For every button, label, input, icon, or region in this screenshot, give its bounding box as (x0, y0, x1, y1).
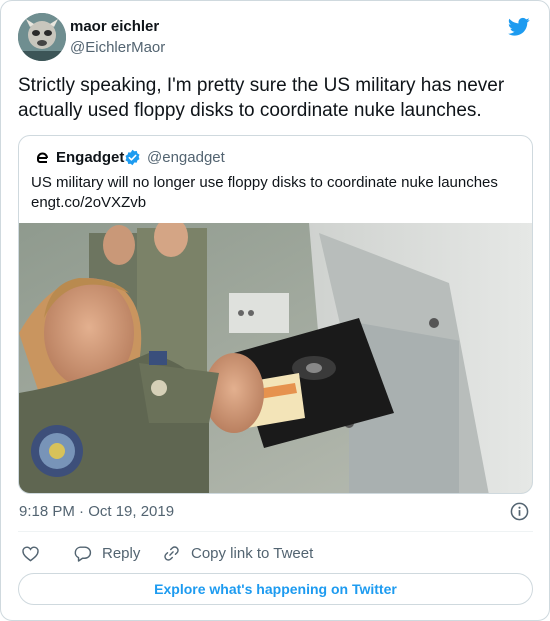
twitter-bird-icon[interactable] (508, 17, 530, 37)
reply-bubble-icon (74, 545, 92, 562)
like-button[interactable] (21, 541, 40, 565)
quoted-link[interactable]: engt.co/2oVXZvb (31, 193, 521, 213)
tweet-timestamp[interactable]: 9:18 PM · Oct 19, 2019 (19, 503, 174, 520)
quoted-author-handle[interactable]: @engadget (147, 149, 225, 166)
verified-badge-icon (125, 149, 140, 166)
quoted-tweet-text: US military will no longer use floppy di… (31, 173, 521, 213)
reply-button[interactable]: Reply (73, 541, 140, 565)
explore-twitter-button[interactable]: Explore what's happening on Twitter (18, 573, 533, 605)
quoted-author-name[interactable]: Engadget (56, 149, 124, 166)
copy-link-label: Copy link to Tweet (191, 544, 314, 562)
quoted-tweet-photo[interactable] (19, 223, 533, 494)
quoted-tweet[interactable]: Engadget @engadget US military will no l… (18, 135, 533, 494)
quoted-text-line: US military will no longer use floppy di… (31, 174, 498, 191)
heart-icon (22, 545, 39, 562)
info-icon[interactable] (510, 502, 529, 521)
tweet-card: maor eichler @EichlerMaor Strictly speak… (0, 0, 550, 621)
reply-label: Reply (102, 544, 141, 562)
tweet-text: Strictly speaking, I'm pretty sure the U… (18, 75, 505, 121)
author-handle[interactable]: @EichlerMaor (70, 39, 165, 56)
avatar[interactable] (18, 13, 66, 61)
divider (18, 531, 533, 532)
engadget-logo-icon (35, 150, 51, 166)
copy-link-button[interactable]: Copy link to Tweet (162, 541, 313, 565)
author-name[interactable]: maor eichler (70, 18, 159, 35)
link-icon (164, 545, 179, 561)
